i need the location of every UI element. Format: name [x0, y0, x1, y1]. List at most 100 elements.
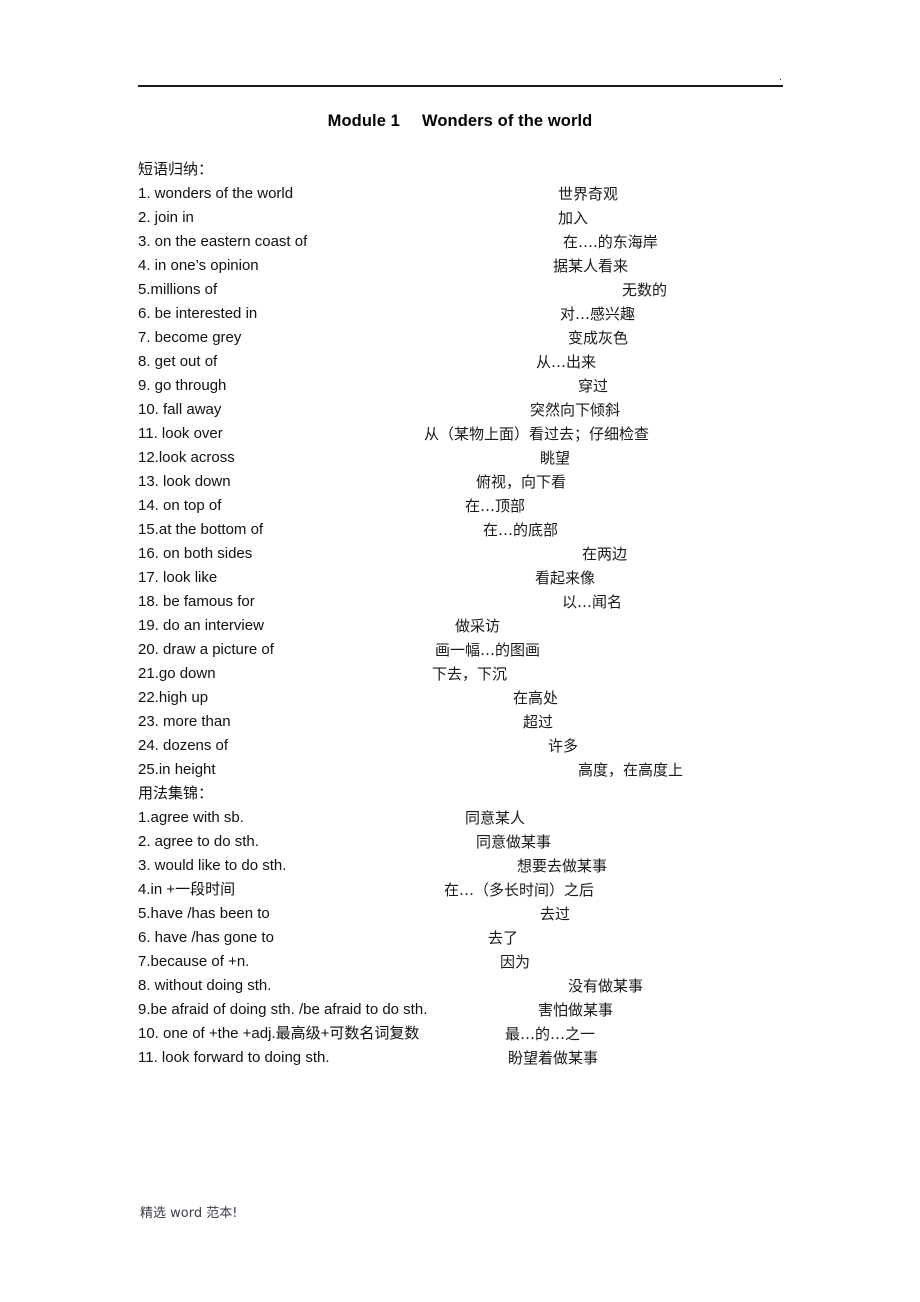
phrase-english: 11. look over [138, 425, 223, 442]
phrase-english: 21.go down [138, 665, 216, 682]
phrase-translation: 在两边 [582, 545, 628, 563]
phrase-english: 22.high up [138, 689, 209, 706]
phrase-row: 2. agree to do sth. 同意做某事 [138, 830, 838, 854]
phrase-english: 16. on both sides [138, 545, 253, 562]
phrase-row: 23. more than 超过 [138, 710, 838, 734]
phrase-row: 17. look like 看起来像 [138, 566, 838, 590]
phrase-translation: 在…的底部 [483, 521, 559, 539]
phrase-translation: 在…顶部 [465, 497, 526, 515]
phrase-english: 3. would like to do sth. [138, 857, 287, 874]
phrase-english: 2. agree to do sth. [138, 833, 259, 850]
phrase-row: 21.go down 下去，下沉 [138, 662, 838, 686]
phrase-translation: 对…感兴趣 [560, 305, 636, 323]
phrase-row: 19. do an interview 做采访 [138, 614, 838, 638]
phrase-translation: 据某人看来 [553, 257, 629, 275]
phrase-row: 4. in one’s opinion 据某人看来 [138, 254, 838, 278]
phrase-row: 1.agree with sb. 同意某人 [138, 806, 838, 830]
phrase-english: 5.millions of [138, 281, 218, 298]
phrase-translation: 害怕做某事 [538, 1001, 614, 1019]
phrase-row: 4.in +一段时间 在…（多长时间）之后 [138, 878, 838, 902]
phrase-translation: 同意做某事 [476, 833, 552, 851]
phrase-english: 6. be interested in [138, 305, 258, 322]
phrase-english: 7. become grey [138, 329, 242, 346]
phrase-english: 4. in one’s opinion [138, 257, 259, 274]
phrase-row: 14. on top of 在…顶部 [138, 494, 838, 518]
phrase-translation: 想要去做某事 [517, 857, 608, 875]
phrase-translation: 没有做某事 [568, 977, 644, 995]
phrase-english: 12.look across [138, 449, 235, 466]
phrase-english: 11. look forward to doing sth. [138, 1049, 330, 1066]
phrase-row: 3. would like to do sth. 想要去做某事 [138, 854, 838, 878]
phrase-english: 6. have /has gone to [138, 929, 274, 946]
phrase-translation: 最…的…之一 [505, 1025, 596, 1043]
phrase-translation: 突然向下倾斜 [530, 401, 621, 419]
document-page: . Module 1 Wonders of the world 短语归纳： 1. w… [0, 0, 920, 1302]
document-body: 短语归纳： 1. wonders of the world 世界奇观 2. join … [138, 158, 838, 1070]
phrase-row: 13. look down 俯视，向下看 [138, 470, 838, 494]
phrase-translation: 在….的东海岸 [563, 233, 658, 251]
section-heading-label: 用法集锦： [138, 785, 214, 802]
phrase-row: 24. dozens of 许多 [138, 734, 838, 758]
phrase-translation: 因为 [500, 953, 531, 971]
phrase-row: 20. draw a picture of 画一幅…的图画 [138, 638, 838, 662]
phrase-english: 9. go through [138, 377, 227, 394]
phrase-translation: 去过 [540, 905, 571, 923]
phrase-translation: 世界奇观 [558, 185, 619, 203]
header-rule-divider [138, 85, 783, 87]
phrase-translation: 画一幅…的图画 [435, 641, 541, 659]
phrase-row: 10. fall away 突然向下倾斜 [138, 398, 838, 422]
phrase-english: 7.because of +n. [138, 953, 250, 970]
phrase-row: 8. without doing sth. 没有做某事 [138, 974, 838, 998]
phrase-translation: 变成灰色 [568, 329, 629, 347]
phrase-english: 17. look like [138, 569, 218, 586]
phrase-english: 25.in height [138, 761, 216, 778]
phrase-translation: 俯视，向下看 [476, 473, 567, 491]
phrase-row: 9. go through 穿过 [138, 374, 838, 398]
phrase-english: 5.have /has been to [138, 905, 270, 922]
footer-watermark: 精选 word 范本! [140, 1206, 238, 1221]
phrase-english: 14. on top of [138, 497, 222, 514]
phrase-english: 4.in +一段时间 [138, 881, 236, 898]
phrase-translation: 下去，下沉 [432, 665, 508, 683]
phrase-translation: 在高处 [513, 689, 559, 707]
phrase-row: 7. become grey 变成灰色 [138, 326, 838, 350]
phrase-row: 18. be famous for 以…闻名 [138, 590, 838, 614]
title-module-label: Module 1 [327, 112, 400, 130]
phrase-translation: 高度，在高度上 [578, 761, 684, 779]
phrase-translation: 盼望着做某事 [508, 1049, 599, 1067]
phrase-translation: 超过 [523, 713, 554, 731]
phrase-row: 22.high up 在高处 [138, 686, 838, 710]
phrase-english: 19. do an interview [138, 617, 264, 634]
phrase-row: 8. get out of 从…出来 [138, 350, 838, 374]
phrase-translation: 眺望 [540, 449, 571, 467]
phrase-english: 13. look down [138, 473, 231, 490]
phrase-row: 11. look forward to doing sth. 盼望着做某事 [138, 1046, 838, 1070]
section-heading: 用法集锦： [138, 782, 838, 806]
phrase-translation: 看起来像 [535, 569, 596, 587]
phrase-translation: 从（某物上面）看过去；仔细检查 [424, 425, 650, 443]
phrase-english: 9.be afraid of doing sth. /be afraid to … [138, 1001, 428, 1018]
page-header: . [138, 60, 783, 90]
phrase-english: 23. more than [138, 713, 231, 730]
phrase-row: 9.be afraid of doing sth. /be afraid to … [138, 998, 838, 1022]
phrase-english: 8. without doing sth. [138, 977, 272, 994]
phrase-row: 11. look over 从（某物上面）看过去；仔细检查 [138, 422, 838, 446]
phrase-row: 16. on both sides 在两边 [138, 542, 838, 566]
phrase-row: 2. join in 加入 [138, 206, 838, 230]
phrase-row: 5.millions of 无数的 [138, 278, 838, 302]
phrase-row: 5.have /has been to 去过 [138, 902, 838, 926]
phrase-translation: 加入 [558, 209, 589, 227]
phrase-translation: 在…（多长时间）之后 [444, 881, 595, 899]
header-dot-mark: . [778, 71, 782, 83]
phrase-row: 6. have /has gone to 去了 [138, 926, 838, 950]
phrase-row: 7.because of +n. 因为 [138, 950, 838, 974]
phrase-translation: 同意某人 [465, 809, 526, 827]
phrase-translation: 从…出来 [536, 353, 597, 371]
phrase-row: 12.look across 眺望 [138, 446, 838, 470]
phrase-english: 10. one of +the +adj.最高级+可数名词复数 [138, 1025, 420, 1042]
phrase-row: 25.in height 高度，在高度上 [138, 758, 838, 782]
phrase-row: 10. one of +the +adj.最高级+可数名词复数 最…的…之一 [138, 1022, 838, 1046]
phrase-translation: 做采访 [455, 617, 501, 635]
phrase-english: 2. join in [138, 209, 194, 226]
phrase-english: 24. dozens of [138, 737, 229, 754]
